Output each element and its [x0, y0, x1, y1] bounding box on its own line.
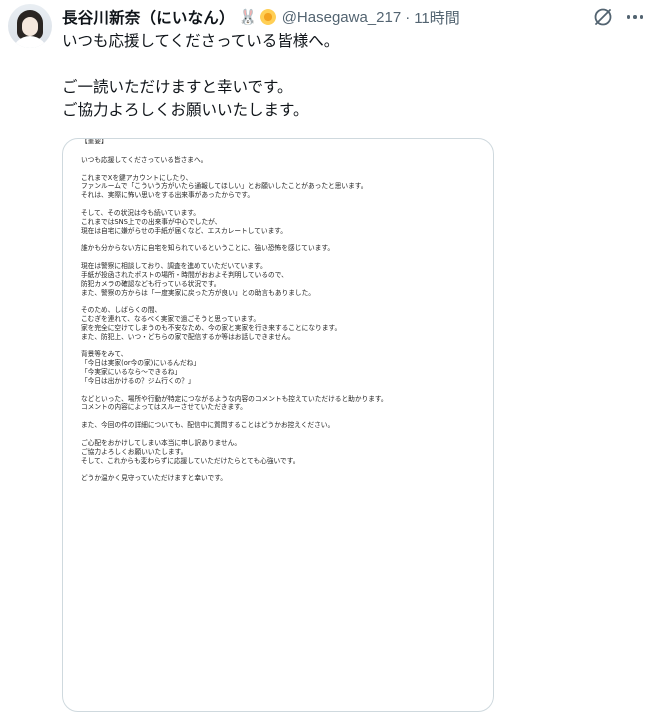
tweet[interactable]: 長谷川新奈（にいなん） 🐰 @Hasegawa_217 · 11時間 いつも応援…: [0, 0, 658, 726]
timestamp[interactable]: 11時間: [414, 7, 460, 28]
document-line: また、防犯上、いつ・どちらの家で配信するか等はお話しできません。: [81, 332, 295, 341]
flower-icon: [259, 9, 276, 25]
document-line: そして、その状況は今も続いています。: [81, 208, 200, 217]
document-text: 【重要】 いつも応援してくださっている皆さまへ。 これまでXを鍵アカウントにしたり、…: [81, 138, 481, 483]
avatar[interactable]: [8, 4, 52, 48]
document-line: ご協力よろしくお願いいたします。: [81, 447, 188, 456]
tweet-text-line: ご一読いただけますと幸いです。: [62, 78, 293, 96]
rabbit-icon: 🐰: [238, 8, 258, 26]
document-line: コメントの内容によってはスルーさせていただきます。: [81, 403, 247, 412]
document-line: それは、実際に怖い思いをする出来事があったからです。: [81, 191, 255, 200]
document-line: そのため、しばらくの間、: [81, 306, 162, 315]
document-line: 現在は自宅に嫌がらせの手紙が届くなど、エスカレートしています。: [81, 226, 287, 235]
document-line: そして、これからも変わらずに応援していただけたらとても心強いです。: [81, 456, 300, 465]
document-line: 誰かも分からない方に自宅を知られているということに、強い恐怖を感じています。: [81, 244, 335, 253]
separator-dot: ·: [405, 8, 411, 26]
document-line: 「今実家にいるなら～できるね」: [81, 368, 182, 377]
document-line: 背景等をみて、: [81, 350, 128, 359]
tweet-text: いつも応援してくださっている皆様へ。 ご一読いただけますと幸いです。 ご協力よろしく…: [62, 30, 642, 122]
tweet-header: 長谷川新奈（にいなん） 🐰 @Hasegawa_217 · 11時間: [62, 6, 460, 28]
document-line: また、警察の方からは「一度実家に戻った方が良い」との助言もありました。: [81, 288, 315, 297]
display-name[interactable]: 長谷川新奈（にいなん）: [62, 6, 235, 28]
document-line: また、今回の件の詳細についても、配信中に質問することはどうかお控えください。: [81, 421, 335, 430]
document-line: ご心配をおかけしてしまい本当に申し訳ありません。: [81, 438, 242, 447]
document-line: 手紙が投函されたポストの場所・時間がおおよそ判明しているので、: [81, 270, 288, 279]
document-header: 【重要】: [81, 138, 108, 145]
grok-icon[interactable]: [592, 6, 614, 28]
document-line: 現在は警察に相談しており、調査を進めていただいています。: [81, 261, 267, 270]
tweet-text-line: ご協力よろしくお願いいたします。: [62, 101, 309, 119]
document-line: これまではSNS上での出来事が中心でしたが、: [81, 217, 222, 226]
attached-image[interactable]: 【重要】 いつも応援してくださっている皆さまへ。 これまでXを鍵アカウントにしたり、…: [62, 138, 494, 712]
document-line: 「今日は実家(or今の家)にいるんだね」: [81, 359, 201, 368]
document-line: こむぎを連れて、なるべく実家で過ごそうと思っています。: [81, 315, 261, 324]
tweet-text-line: いつも応援してくださっている皆様へ。: [62, 32, 340, 50]
document-line: 家を完全に空けてしまうのも不安なため、今の家と実家を行き来することになります。: [81, 323, 342, 332]
user-handle[interactable]: @Hasegawa_217: [282, 9, 401, 26]
document-line: 防犯カメラの確認なども行っている状況です。: [81, 279, 221, 288]
document-line: ファンルームで「こういう方がいたら通報してほしい」とお願いしたことがあったと思い…: [81, 182, 368, 191]
document-line: 「今日は出かけるの？ジム行くの？」: [81, 376, 195, 385]
more-icon[interactable]: [623, 6, 647, 28]
document-line: どうか温かく見守っていただけますと幸いです。: [81, 474, 227, 483]
document-line: いつも応援してくださっている皆さまへ。: [81, 155, 208, 164]
